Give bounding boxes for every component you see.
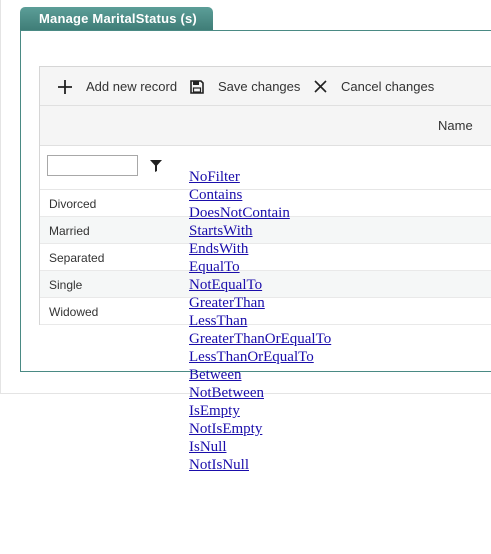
filter-option-greaterthan[interactable]: GreaterThan bbox=[189, 294, 331, 312]
filter-option-startswith[interactable]: StartsWith bbox=[189, 222, 331, 240]
cell-name: Married bbox=[49, 224, 90, 238]
grid-header: Name bbox=[40, 106, 491, 146]
add-new-record-label: Add new record bbox=[86, 79, 178, 94]
filter-option-notisempty[interactable]: NotIsEmpty bbox=[189, 420, 331, 438]
filter-option-greaterthanorequalto[interactable]: GreaterThanOrEqualTo bbox=[189, 330, 331, 348]
close-icon bbox=[311, 78, 329, 96]
tab-manage-maritalstatus[interactable]: Manage MaritalStatus (s) bbox=[20, 7, 213, 31]
filter-option-lessthan[interactable]: LessThan bbox=[189, 312, 331, 330]
grid-toolbar: Add new record Save changes Cancel chang… bbox=[40, 67, 491, 106]
cancel-changes-label: Cancel changes bbox=[341, 79, 435, 94]
filter-option-isnull[interactable]: IsNull bbox=[189, 438, 331, 456]
filter-option-between[interactable]: Between bbox=[189, 366, 331, 384]
cell-name: Widowed bbox=[49, 305, 99, 319]
cell-name: Single bbox=[49, 278, 83, 292]
filter-option-notbetween[interactable]: NotBetween bbox=[189, 384, 331, 402]
filter-option-contains[interactable]: Contains bbox=[189, 186, 331, 204]
cancel-changes-button[interactable]: Cancel changes bbox=[311, 67, 434, 106]
filter-option-nofilter[interactable]: NoFilter bbox=[189, 168, 331, 186]
name-filter-input[interactable] bbox=[47, 155, 138, 176]
plus-icon bbox=[56, 78, 74, 96]
filter-option-doesnotcontain[interactable]: DoesNotContain bbox=[189, 204, 331, 222]
filter-option-endswith[interactable]: EndsWith bbox=[189, 240, 331, 258]
filter-option-equalto[interactable]: EqualTo bbox=[189, 258, 331, 276]
filter-icon[interactable] bbox=[150, 159, 162, 172]
column-header-name[interactable]: Name bbox=[438, 118, 473, 133]
filter-option-lessthanorequalto[interactable]: LessThanOrEqualTo bbox=[189, 348, 331, 366]
filter-option-isempty[interactable]: IsEmpty bbox=[189, 402, 331, 420]
cell-name: Divorced bbox=[49, 197, 97, 211]
save-changes-label: Save changes bbox=[218, 79, 301, 94]
add-new-record-button[interactable]: Add new record bbox=[56, 67, 177, 106]
save-changes-button[interactable]: Save changes bbox=[188, 67, 300, 106]
cell-name: Separated bbox=[49, 251, 105, 265]
save-icon bbox=[188, 78, 206, 96]
filter-option-notequalto[interactable]: NotEqualTo bbox=[189, 276, 331, 294]
filter-option-notisnull[interactable]: NotIsNull bbox=[189, 456, 331, 474]
filter-menu: NoFilter Contains DoesNotContain StartsW… bbox=[189, 168, 331, 474]
